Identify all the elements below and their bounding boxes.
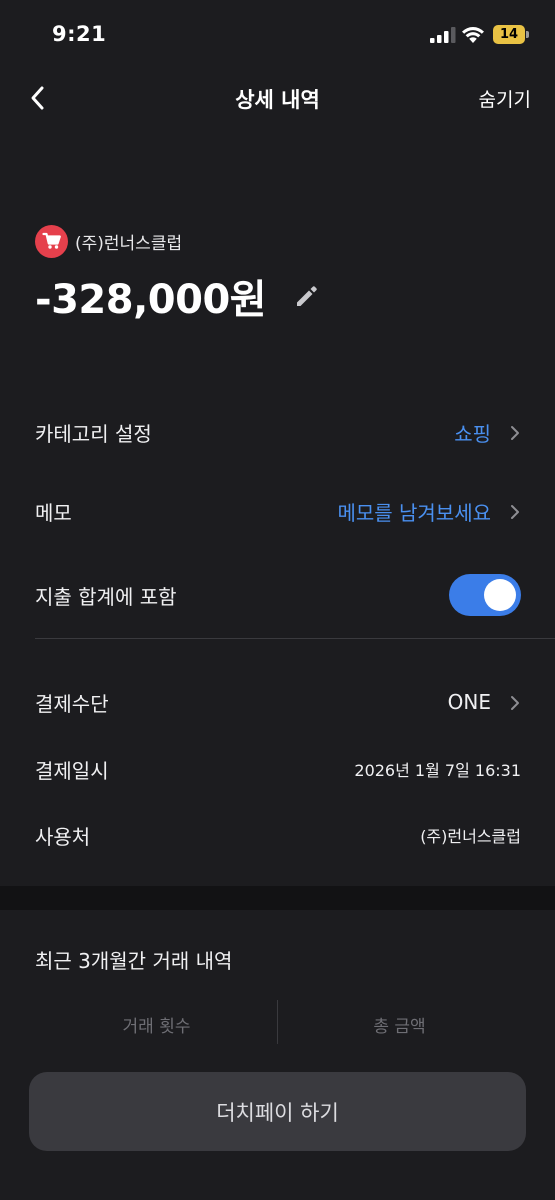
category-row[interactable]: 카테고리 설정 쇼핑 xyxy=(35,412,521,452)
transaction-detail-screen: 9:21 14 상세 내역 숨기기 (주)런너스클럽 -328,000원 카테고… xyxy=(0,0,555,1200)
shopping-cart-icon xyxy=(35,224,68,258)
memo-row[interactable]: 메모 메모를 남겨보세요 xyxy=(35,491,521,531)
transaction-count-label: 거래 횟수 xyxy=(122,1017,191,1037)
wifi-icon xyxy=(461,24,485,43)
merchant-label: 사용처 xyxy=(35,824,91,849)
chevron-right-icon xyxy=(509,693,521,711)
chevron-right-icon xyxy=(509,423,521,441)
merchant-name: (주)런너스클럽 xyxy=(75,233,183,254)
cellular-signal-icon xyxy=(430,27,456,43)
payment-method-value: ONE xyxy=(447,690,491,714)
status-time: 9:21 xyxy=(52,22,107,46)
payment-method-row[interactable]: 결제수단 ONE xyxy=(35,682,521,722)
category-label: 카테고리 설정 xyxy=(35,421,152,446)
memo-placeholder: 메모를 남겨보세요 xyxy=(337,500,491,525)
merchant-header: (주)런너스클럽 xyxy=(35,224,182,258)
merchant-value: (주)런너스클럽 xyxy=(420,827,521,846)
amount-row: -328,000원 xyxy=(35,268,322,324)
payment-date-label: 결제일시 xyxy=(35,758,109,783)
include-in-total-toggle[interactable] xyxy=(449,574,521,616)
divider xyxy=(35,638,555,639)
chevron-right-icon xyxy=(509,502,521,520)
hide-button[interactable]: 숨기기 xyxy=(479,85,531,112)
status-bar: 9:21 14 xyxy=(0,0,555,70)
battery-icon: 14 xyxy=(493,25,529,44)
battery-level: 14 xyxy=(499,27,519,42)
payment-date-row: 결제일시 2026년 1월 7일 16:31 xyxy=(35,749,521,789)
toggle-knob xyxy=(484,579,516,611)
payment-method-label: 결제수단 xyxy=(35,691,109,716)
dutch-pay-button[interactable]: 더치페이 하기 xyxy=(29,1072,526,1151)
pencil-icon[interactable] xyxy=(292,281,322,311)
page-title: 상세 내역 xyxy=(235,88,320,112)
recent-history-title: 최근 3개월간 거래 내역 xyxy=(35,949,233,973)
memo-label: 메모 xyxy=(35,500,72,525)
transaction-amount: -328,000원 xyxy=(35,277,267,323)
payment-date-value: 2026년 1월 7일 16:31 xyxy=(354,761,521,780)
section-separator xyxy=(0,886,555,910)
total-amount-label: 총 금액 xyxy=(373,1017,426,1037)
include-in-total-row: 지출 합계에 포함 xyxy=(35,574,521,616)
nav-bar: 상세 내역 숨기기 xyxy=(0,70,555,126)
include-in-total-label: 지출 합계에 포함 xyxy=(35,584,177,609)
category-value: 쇼핑 xyxy=(454,421,491,446)
merchant-row: 사용처 (주)런너스클럽 xyxy=(35,815,521,855)
